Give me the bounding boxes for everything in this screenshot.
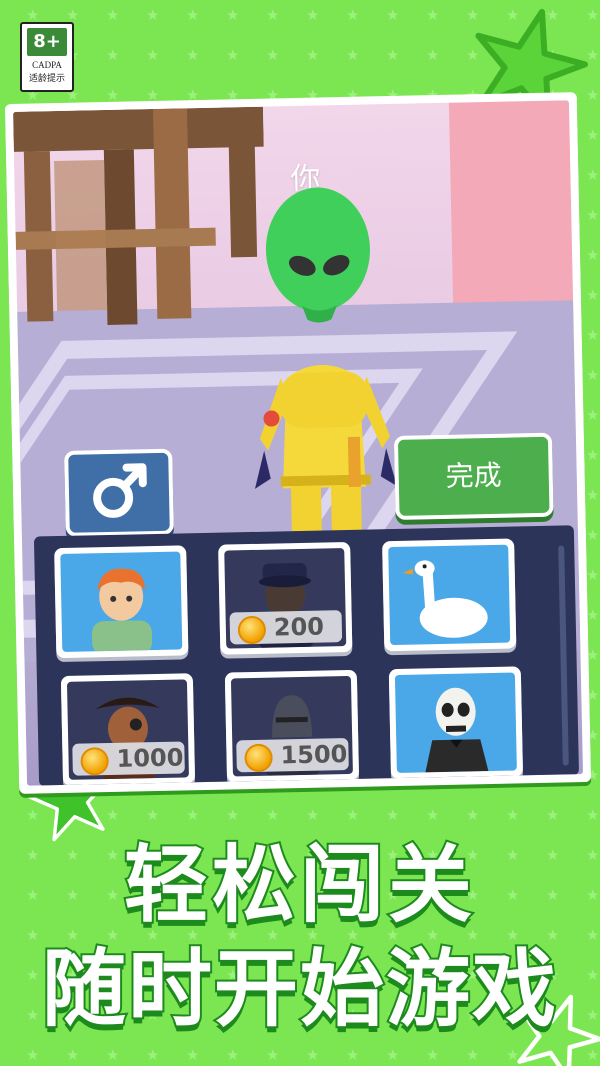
background-star-icon: ★: [186, 6, 200, 24]
background-star-icon: ★: [586, 166, 600, 184]
background-star-icon: ★: [66, 1046, 80, 1064]
skeleton-skin-icon: [424, 687, 489, 774]
background-star-icon: ★: [226, 46, 240, 64]
background-star-icon: ★: [266, 6, 280, 24]
background-star-icon: ★: [106, 1046, 120, 1064]
background-star-icon: ★: [26, 1046, 40, 1064]
age-rating-org: CADPA: [32, 60, 62, 70]
skin-price-police: 200: [229, 610, 343, 645]
background-star-icon: ★: [586, 46, 600, 64]
background-star-icon: ★: [386, 6, 400, 24]
background-star-icon: ★: [586, 86, 600, 104]
skin-card-police[interactable]: 200: [218, 541, 353, 655]
background-star-icon: ★: [586, 286, 600, 304]
background-star-icon: ★: [226, 6, 240, 24]
skin-card-goose[interactable]: [382, 538, 517, 652]
background-star-icon: ★: [586, 6, 600, 24]
goose-skin-icon: [402, 560, 488, 638]
wooden-chair: [13, 106, 264, 325]
background-star-icon: ★: [266, 46, 280, 64]
skin-selection-panel: 200 1000 1500: [33, 525, 580, 786]
age-rating-tip: 适龄提示: [28, 74, 65, 84]
background-star-icon: ★: [106, 6, 120, 24]
gender-toggle-button[interactable]: [64, 448, 174, 537]
background-star-icon: ★: [586, 566, 600, 584]
background-star-icon: ★: [586, 366, 600, 384]
game-screenshot-frame: 你 完成 200 1000 1500: [4, 92, 592, 794]
price-value: 1500: [280, 740, 348, 770]
price-value: 1000: [116, 743, 184, 773]
background-star-icon: ★: [586, 206, 600, 224]
done-button[interactable]: 完成: [393, 432, 554, 520]
coin-icon: [244, 743, 273, 773]
background-star-icon: ★: [426, 6, 440, 24]
background-star-icon: ★: [586, 606, 600, 624]
background-star-icon: ★: [586, 246, 600, 264]
male-symbol-icon: [93, 463, 147, 518]
background-star-icon: ★: [226, 1046, 240, 1064]
background-star-icon: ★: [386, 46, 400, 64]
headline-line-1: 轻松闯关: [122, 834, 476, 936]
game-screen: 你 完成 200 1000 1500: [13, 100, 583, 786]
background-star-icon: ★: [26, 6, 40, 24]
background-star-icon: ★: [426, 1046, 440, 1064]
age-rating-value: 8+: [27, 28, 67, 56]
background-star-icon: ★: [266, 1046, 280, 1064]
background-star-icon: ★: [186, 46, 200, 64]
background-star-icon: ★: [586, 446, 600, 464]
background-star-icon: ★: [146, 6, 160, 24]
background-star-icon: ★: [466, 1046, 480, 1064]
coin-icon: [237, 615, 267, 645]
background-star-icon: ★: [586, 486, 600, 504]
pink-wall: [448, 100, 574, 333]
skin-card-knight[interactable]: 1500: [224, 669, 360, 783]
background-star-icon: ★: [346, 6, 360, 24]
background-star-icon: ★: [586, 526, 600, 544]
background-star-icon: ★: [306, 46, 320, 64]
skin-card-boy[interactable]: [54, 545, 189, 659]
background-star-icon: ★: [186, 1046, 200, 1064]
background-star-icon: ★: [306, 6, 320, 24]
background-star-icon: ★: [66, 6, 80, 24]
coin-icon: [80, 747, 109, 776]
background-star-icon: ★: [346, 1046, 360, 1064]
skin-price-knight: 1500: [236, 738, 349, 773]
background-star-icon: ★: [426, 46, 440, 64]
skin-card-skeleton[interactable]: [388, 666, 524, 780]
age-rating-badge: 8+ CADPA 适龄提示: [20, 22, 74, 92]
skin-card-pirate[interactable]: 1000: [60, 673, 196, 786]
boy-skin-icon: [91, 568, 153, 652]
panel-scrollbar[interactable]: [558, 545, 569, 766]
headline-line-2: 随时开始游戏: [40, 938, 558, 1040]
background-star-icon: ★: [146, 1046, 160, 1064]
background-star-icon: ★: [346, 46, 360, 64]
background-star-icon: ★: [586, 326, 600, 344]
skin-price-pirate: 1000: [72, 741, 185, 776]
price-value: 200: [273, 612, 325, 642]
background-star-icon: ★: [586, 126, 600, 144]
background-star-icon: ★: [146, 46, 160, 64]
background-star-icon: ★: [386, 1046, 400, 1064]
background-star-icon: ★: [306, 1046, 320, 1064]
background-star-icon: ★: [586, 406, 600, 424]
background-star-icon: ★: [106, 46, 120, 64]
